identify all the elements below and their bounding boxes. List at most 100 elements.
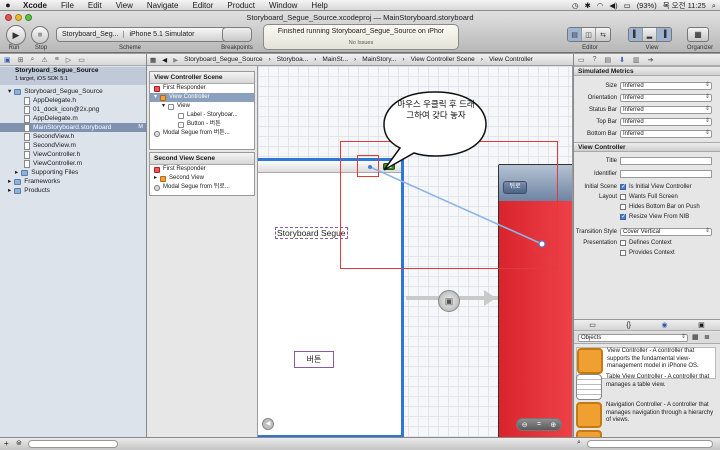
identity-inspector-icon[interactable]: ▤ <box>605 56 612 64</box>
bluetooth-icon[interactable]: ✱ <box>584 1 590 10</box>
nav-item-group[interactable]: ▸ Frameworks <box>8 177 60 186</box>
menu-window[interactable]: Window <box>262 0 304 11</box>
scene-title[interactable]: View Controller Scene <box>150 72 254 84</box>
outline-row[interactable]: Button - 버튼 <box>150 120 254 129</box>
jumpbar-crumb[interactable]: Storyboa... <box>274 56 311 63</box>
editor-segmented-control[interactable]: ▤ ◫ ⇆ <box>567 27 611 42</box>
bottom-bar-popup[interactable]: Inferred <box>620 129 712 138</box>
close-icon[interactable] <box>5 14 12 21</box>
version-editor-icon[interactable]: ⇆ <box>596 28 610 41</box>
battery-icon[interactable]: ▭ <box>624 1 631 10</box>
clock[interactable]: 목 오전 11:25 <box>663 0 706 11</box>
outline-row[interactable]: Label - Storyboar... <box>150 111 254 120</box>
nav-item-file[interactable]: ViewController.h <box>24 150 80 159</box>
outline-row[interactable]: First Responder <box>150 165 254 174</box>
nav-item-file-selected[interactable]: MainStoryboard.storyboard M <box>0 123 146 132</box>
navigator-toggle-icon[interactable]: ▌ <box>629 28 643 41</box>
jumpbar-crumb[interactable]: MainStory... <box>359 56 399 63</box>
wifi-icon[interactable]: ◠ <box>597 1 604 10</box>
jumpbar-crumb[interactable]: Storyboard_Segue_Source <box>181 56 265 63</box>
filter-field[interactable] <box>28 440 118 448</box>
menu-file[interactable]: File <box>54 0 81 11</box>
menu-xcode[interactable]: Xcode <box>16 0 54 11</box>
jumpbar-crumb[interactable]: MainSt... <box>319 56 351 63</box>
attributes-inspector-icon[interactable]: ⬇ <box>619 56 625 64</box>
log-nav-icon[interactable]: ▭ <box>78 56 85 64</box>
project-root[interactable]: Storyboard_Segue_Source 1 target, iOS SD… <box>0 67 146 85</box>
object-library-icon[interactable]: ◉ <box>662 320 668 330</box>
button-widget[interactable]: 버튼 <box>294 351 334 368</box>
storyboard-label[interactable]: Storyboard Segue <box>275 227 348 239</box>
storyboard-canvas[interactable]: ▬ Storyboard Segue 버튼 뒤로 ▣ 마우스 우클릭 후 드래그… <box>258 66 572 437</box>
scheme-selector[interactable]: Storyboard_Seg... iPhone 5.1 Simulator <box>56 27 240 42</box>
nav-item-file[interactable]: 01_dock_icon@2x.png <box>24 105 99 114</box>
outline-row[interactable]: ▸ Second View <box>150 174 254 183</box>
stop-button[interactable]: ■ <box>31 26 49 44</box>
apple-icon[interactable]: ● <box>0 0 16 10</box>
file-template-icon[interactable]: ▭ <box>589 320 596 330</box>
debug-toggle-icon[interactable]: ▂ <box>643 28 657 41</box>
nav-item-file[interactable]: ViewController.m <box>24 159 82 168</box>
nav-item-file[interactable]: AppDelegate.m <box>24 114 78 123</box>
nav-item-file[interactable]: AppDelegate.h <box>24 96 76 105</box>
nav-item-group[interactable]: ▸ Supporting Files <box>15 168 78 177</box>
identifier-field[interactable] <box>620 169 712 178</box>
menu-navigate[interactable]: Navigate <box>140 0 186 11</box>
media-library-icon[interactable]: ▣ <box>698 320 705 330</box>
volume-icon[interactable]: ◀) <box>609 1 617 10</box>
back-arrow-icon[interactable]: ◀ <box>159 56 170 64</box>
filter-icon[interactable]: ⊜ <box>16 439 22 447</box>
breakpoint-nav-icon[interactable]: ▷ <box>66 56 71 64</box>
title-field[interactable] <box>620 156 712 165</box>
jumpbar-crumb[interactable]: View Controller Scene <box>408 56 478 63</box>
symbol-nav-icon[interactable]: ⊞ <box>18 56 24 64</box>
provides-context-checkbox[interactable] <box>620 249 626 256</box>
standard-editor-icon[interactable]: ▤ <box>568 28 582 41</box>
defines-context-checkbox[interactable] <box>620 239 626 246</box>
file-inspector-icon[interactable]: ▭ <box>578 56 585 64</box>
scene-title[interactable]: Second View Scene <box>150 153 254 165</box>
zoom-fit-icon[interactable]: = <box>537 421 541 428</box>
status-bar-popup[interactable]: Inferred <box>620 105 712 114</box>
breakpoints-button[interactable] <box>222 27 252 42</box>
organizer-button[interactable]: ▦ <box>687 27 709 42</box>
add-icon[interactable]: + <box>4 439 9 448</box>
menu-edit[interactable]: Edit <box>81 0 109 11</box>
related-items-icon[interactable]: ▦ <box>147 56 159 64</box>
debug-nav-icon[interactable]: ≡ <box>55 56 59 63</box>
project-nav-icon[interactable]: ▣ <box>4 56 11 64</box>
simulated-metrics-header[interactable]: Simulated Metrics <box>574 66 720 76</box>
view-segmented-control[interactable]: ▌ ▂ ▐ <box>628 27 672 42</box>
nav-item-group[interactable]: ▸ Products <box>8 186 50 195</box>
assistant-editor-icon[interactable]: ◫ <box>582 28 596 41</box>
zoom-out-icon[interactable]: ⊖ <box>522 421 528 429</box>
nav-item-file[interactable]: SecondView.h <box>24 132 74 141</box>
outline-row[interactable]: Modal Segue from 뒤로... <box>150 183 254 192</box>
size-popup[interactable]: Inferred <box>620 81 712 90</box>
search-nav-icon[interactable]: ⌕ <box>31 56 35 64</box>
nav-item-file[interactable]: SecondView.m <box>24 141 76 150</box>
minimize-icon[interactable] <box>15 14 22 21</box>
initial-scene-checkbox[interactable]: ✓ <box>620 183 626 190</box>
segue-icon[interactable]: ▣ <box>438 290 460 312</box>
menu-editor[interactable]: Editor <box>185 0 220 11</box>
library-search-field[interactable] <box>587 440 713 448</box>
run-button[interactable]: ▶ <box>6 25 26 45</box>
quick-help-icon[interactable]: ? <box>593 56 597 63</box>
outline-row[interactable]: First Responder <box>150 84 254 93</box>
spotlight-icon[interactable]: ⌕ <box>712 1 716 11</box>
grid-view-icon[interactable]: ▦ <box>692 333 699 341</box>
menu-product[interactable]: Product <box>220 0 262 11</box>
outline-toggle-button[interactable]: ◀ <box>262 418 274 430</box>
outline-row[interactable]: ▾ View <box>150 102 254 111</box>
zoom-in-icon[interactable]: ⊕ <box>550 421 556 429</box>
orientation-popup[interactable]: Inferred <box>620 93 712 102</box>
size-inspector-icon[interactable]: ▥ <box>633 56 640 64</box>
list-view-icon[interactable]: ≣ <box>704 333 710 341</box>
hides-bottom-bar-checkbox[interactable] <box>620 203 626 210</box>
forward-arrow-icon[interactable]: ▶ <box>170 56 181 64</box>
library-filter-popup[interactable]: Objects <box>578 334 688 342</box>
outline-row[interactable]: Modal Segue from 버튼... <box>150 129 254 138</box>
connections-inspector-icon[interactable]: ➔ <box>648 56 654 64</box>
code-snippet-icon[interactable]: {} <box>626 320 631 330</box>
